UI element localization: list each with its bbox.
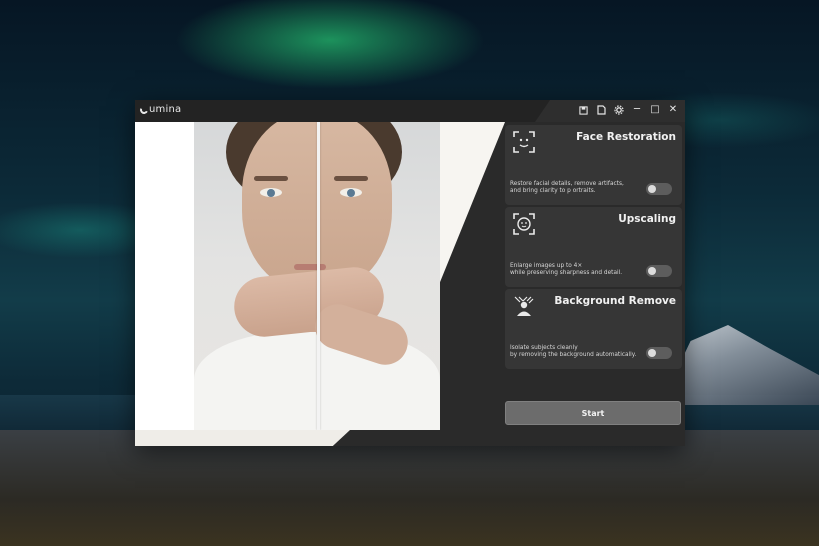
minimize-icon: ─ [633, 104, 641, 115]
maximize-icon: □ [650, 104, 660, 115]
app-name: umina [149, 104, 182, 115]
person-cutout-icon [514, 296, 534, 316]
feature-card-background-remove: Background Remove Isolate subjects clean… [505, 289, 682, 369]
close-button[interactable]: ✕ [666, 103, 680, 117]
background-remove-toggle[interactable] [646, 347, 672, 359]
settings-icon[interactable] [612, 103, 626, 117]
wallpaper-rocks [0, 430, 819, 546]
title-controls: ─ □ ✕ [576, 103, 680, 117]
file-icon[interactable] [594, 103, 608, 117]
save-icon[interactable] [576, 103, 590, 117]
maximize-button[interactable]: □ [648, 103, 662, 117]
face-scan-icon [513, 131, 535, 153]
feature-description: Isolate subjects cleanly by removing the… [510, 345, 637, 358]
face-restoration-toggle[interactable] [646, 183, 672, 195]
title-bar[interactable]: umina ─ □ ✕ [135, 100, 685, 122]
feature-panel: Face Restoration Restore facial details,… [505, 122, 685, 430]
feature-description: Enlarge images up to 4× while preserving… [510, 263, 623, 276]
compare-slider[interactable] [317, 122, 320, 430]
face-frame-icon [513, 213, 535, 235]
app-window: umina ─ □ ✕ Face Restoration Restore fac… [135, 100, 685, 446]
feature-description: Restore facial details, remove artifacts… [510, 181, 624, 194]
app-logo: umina [138, 104, 182, 115]
portrait-photo [194, 122, 440, 430]
feature-title: Background Remove [554, 295, 676, 307]
status-strip [135, 430, 685, 446]
close-icon: ✕ [668, 104, 678, 115]
upscaling-toggle[interactable] [646, 265, 672, 277]
feature-title: Upscaling [618, 213, 676, 225]
image-preview [135, 122, 505, 430]
moon-icon [138, 104, 150, 115]
minimize-button[interactable]: ─ [630, 103, 644, 117]
feature-title: Face Restoration [576, 131, 676, 143]
feature-card-face-restoration: Face Restoration Restore facial details,… [505, 125, 682, 205]
feature-card-upscaling: Upscaling Enlarge images up to 4× while … [505, 207, 682, 287]
start-button[interactable]: Start [505, 401, 681, 425]
